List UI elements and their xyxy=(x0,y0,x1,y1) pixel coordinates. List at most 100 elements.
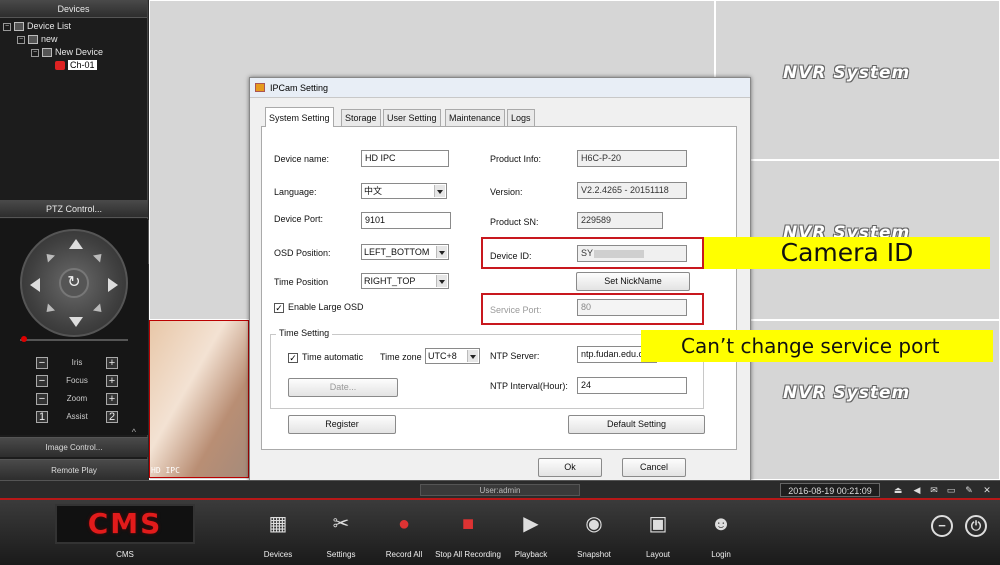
screen-icon[interactable]: ▭ xyxy=(946,485,956,495)
version-field: V2.2.4265 - 20151118 xyxy=(577,182,687,199)
tab-system-setting[interactable]: System Setting xyxy=(265,107,334,127)
device-id-highlight-box xyxy=(481,237,704,269)
playback-icon: ▶ xyxy=(523,513,539,535)
osd-position-select[interactable]: LEFT_BOTTOM xyxy=(361,244,449,260)
product-sn-label: Product SN: xyxy=(490,217,539,227)
tab-user-setting[interactable]: User Setting xyxy=(383,109,441,126)
devices-header[interactable]: Devices xyxy=(0,0,147,18)
tree-channel[interactable]: Ch-01 xyxy=(55,59,97,72)
focus-label: Focus xyxy=(66,376,88,385)
register-button[interactable]: Register xyxy=(288,415,396,434)
default-setting-button[interactable]: Default Setting xyxy=(568,415,705,434)
time-position-select[interactable]: RIGHT_TOP xyxy=(361,273,449,289)
group-icon xyxy=(28,35,38,45)
tree-device[interactable]: − New Device xyxy=(31,46,103,59)
ptz-iris-row: − Iris + xyxy=(36,357,118,371)
camera-feed[interactable] xyxy=(149,320,249,478)
large-osd-checkbox[interactable]: ✓ xyxy=(274,303,284,313)
ptz-left-icon[interactable] xyxy=(30,278,40,292)
tab-storage[interactable]: Storage xyxy=(341,109,381,126)
iris-label: Iris xyxy=(71,358,83,367)
nvr-system-logo: NVR System xyxy=(783,63,911,83)
time-zone-select[interactable]: UTC+8 xyxy=(425,348,480,364)
language-label: Language: xyxy=(274,187,317,197)
ptz-up-left-icon[interactable] xyxy=(42,250,56,263)
ptz-up-right-icon[interactable] xyxy=(92,250,106,263)
cancel-button[interactable]: Cancel xyxy=(622,458,686,477)
ptz-control-header[interactable]: PTZ Control... xyxy=(0,200,148,218)
ptz-down-icon[interactable] xyxy=(69,317,83,327)
image-control-header[interactable]: Image Control... xyxy=(0,437,148,457)
power-icon[interactable]: ⏻ xyxy=(965,515,987,537)
mail-icon[interactable]: ✉ xyxy=(929,485,939,495)
tree-group[interactable]: − new xyxy=(17,33,58,46)
assist-1-button[interactable]: 1 xyxy=(36,411,48,423)
ptz-up-icon[interactable] xyxy=(69,239,83,249)
zoom-minus-button[interactable]: − xyxy=(36,393,48,405)
ptz-speed-knob[interactable] xyxy=(21,336,27,342)
ntp-interval-input[interactable]: 24 xyxy=(577,377,687,394)
chevron-down-icon[interactable] xyxy=(467,350,478,362)
device-list-icon xyxy=(14,22,24,32)
expand-up-icon[interactable]: ^ xyxy=(0,428,148,437)
zoom-label: Zoom xyxy=(66,394,88,403)
tree-root[interactable]: − Device List xyxy=(3,20,71,33)
snapshot-button[interactable]: ◉ Snapshot xyxy=(562,510,626,560)
time-automatic-checkbox[interactable]: ✓ xyxy=(288,353,298,363)
login-icon: ☻ xyxy=(710,513,732,535)
cms-logo: CMS xyxy=(55,504,195,544)
tools-icon[interactable]: ✕ xyxy=(982,485,992,495)
date-button[interactable]: Date... xyxy=(288,378,398,397)
nvr-system-logo: NVR System xyxy=(783,383,911,403)
system-setting-panel: Device name: HD IPC Language: 中文 Device … xyxy=(261,126,737,450)
chevron-down-icon[interactable] xyxy=(436,275,447,287)
ptz-speed-slider[interactable] xyxy=(20,336,128,342)
camera-id-callout: Camera ID xyxy=(704,237,990,269)
language-select[interactable]: 中文 xyxy=(361,183,447,199)
collapse-icon[interactable]: − xyxy=(3,22,11,31)
remote-play-header[interactable]: Remote Play xyxy=(0,459,148,480)
stop-recording-icon: ■ xyxy=(461,513,475,535)
nvr-device-icon xyxy=(42,48,52,58)
device-name-input[interactable]: HD IPC xyxy=(361,150,449,167)
device-name-label: Device name: xyxy=(274,154,330,164)
focus-plus-button[interactable]: + xyxy=(106,375,118,387)
ptz-down-right-icon[interactable] xyxy=(92,303,106,316)
tab-logs[interactable]: Logs xyxy=(507,109,535,126)
collapse-icon[interactable]: − xyxy=(31,48,39,57)
ptz-assist-row: 1 Assist 2 xyxy=(36,411,118,425)
volume-icon[interactable]: ◀ xyxy=(912,485,922,495)
zoom-plus-button[interactable]: + xyxy=(106,393,118,405)
service-port-callout: Can’t change service port xyxy=(641,330,993,362)
pin-icon[interactable]: ✎ xyxy=(964,485,974,495)
ok-button[interactable]: Ok xyxy=(538,458,602,477)
osd-position-label: OSD Position: xyxy=(274,248,331,258)
ptz-down-left-icon[interactable] xyxy=(42,303,56,316)
camera-feed-label: HD IPC xyxy=(151,466,180,475)
device-tree: − Device List − new − New Device Ch-01 xyxy=(0,18,148,200)
ptz-auto-rotate-icon[interactable]: ↻ xyxy=(59,268,89,298)
iris-minus-button[interactable]: − xyxy=(36,357,48,369)
eject-icon[interactable]: ⏏ xyxy=(893,485,903,495)
record-all-button[interactable]: ● Record All xyxy=(372,510,436,560)
tab-maintenance[interactable]: Maintenance xyxy=(445,109,505,126)
ptz-right-icon[interactable] xyxy=(108,278,118,292)
ptz-area: ↻ − Iris + − Focus + − Zoom + 1 Assist 2 xyxy=(0,219,148,435)
set-nickname-button[interactable]: Set NickName xyxy=(576,272,690,291)
product-info-label: Product Info: xyxy=(490,154,542,164)
minimize-icon[interactable]: − xyxy=(931,515,953,537)
focus-minus-button[interactable]: − xyxy=(36,375,48,387)
chevron-down-icon[interactable] xyxy=(436,246,447,258)
login-button[interactable]: ☻ Login xyxy=(689,510,753,560)
chevron-down-icon[interactable] xyxy=(434,185,445,197)
large-osd-label: Enable Large OSD xyxy=(288,302,364,312)
iris-plus-button[interactable]: + xyxy=(106,357,118,369)
device-port-input[interactable]: 9101 xyxy=(361,212,451,229)
assist-2-button[interactable]: 2 xyxy=(106,411,118,423)
ptz-zoom-row: − Zoom + xyxy=(36,393,118,407)
dialog-titlebar[interactable]: IPCam Setting xyxy=(250,78,750,98)
app-icon xyxy=(255,83,265,92)
assist-label: Assist xyxy=(66,412,88,421)
ntp-server-label: NTP Server: xyxy=(490,351,540,361)
collapse-icon[interactable]: − xyxy=(17,35,25,44)
